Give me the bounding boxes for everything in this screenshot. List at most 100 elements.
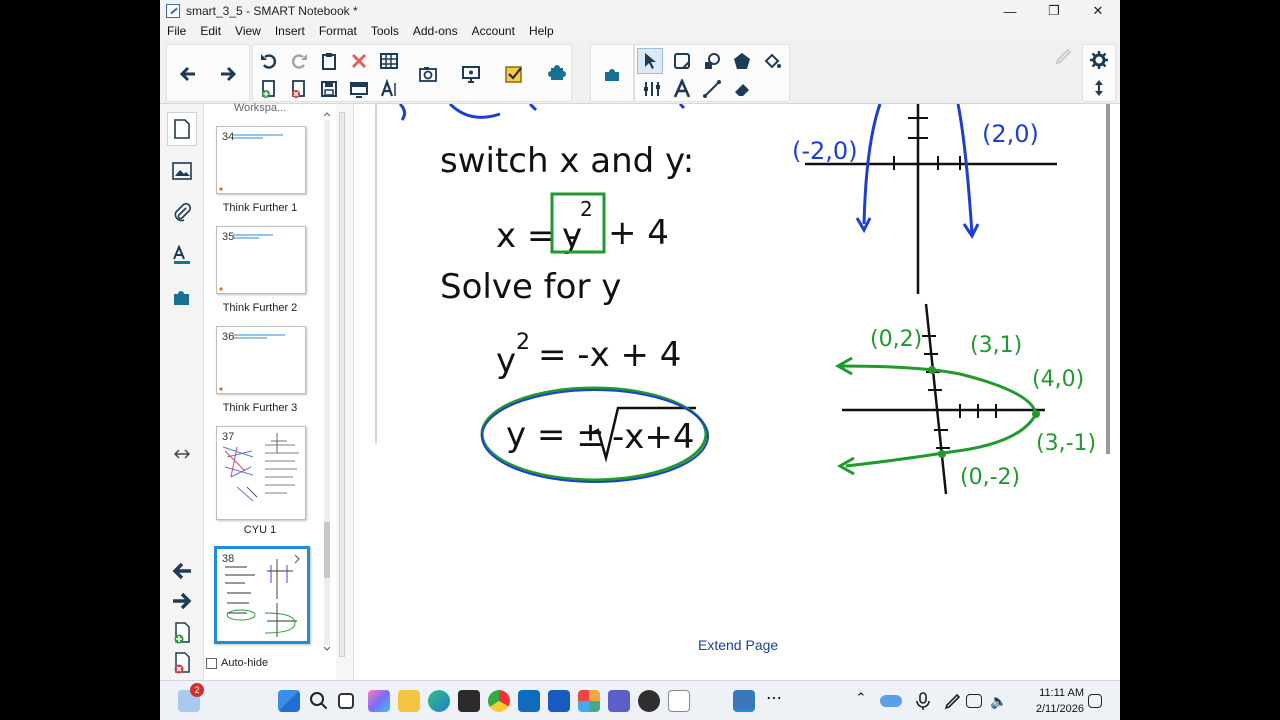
point-label-neg2-0: (-2,0) xyxy=(792,137,858,165)
page-thumbnail-35[interactable]: 35 xyxy=(216,226,306,294)
menu-edit[interactable]: Edit xyxy=(193,24,228,38)
undo-button[interactable] xyxy=(256,48,282,74)
point-label-2-0: (2,0) xyxy=(982,120,1039,148)
sidebar-prev-page-button[interactable] xyxy=(167,554,197,588)
teams-icon[interactable] xyxy=(608,690,630,712)
menu-add-ons[interactable]: Add-ons xyxy=(406,24,465,38)
camera-button[interactable] xyxy=(415,61,441,87)
splitter-scroll[interactable] xyxy=(339,112,345,657)
pen-tray-button[interactable] xyxy=(1048,40,1080,72)
menu-account[interactable]: Account xyxy=(465,24,522,38)
equation-2-right: = -x + 4 xyxy=(538,335,681,375)
menu-view[interactable]: View xyxy=(228,24,268,38)
save-button[interactable] xyxy=(316,76,342,102)
close-button[interactable]: ✕ xyxy=(1076,0,1120,22)
start-windows-icon[interactable] xyxy=(278,690,300,712)
toolbar-position-button[interactable] xyxy=(1086,75,1112,101)
paste-button[interactable] xyxy=(316,48,342,74)
minimize-button[interactable]: — xyxy=(988,0,1032,22)
move-sidebar-button[interactable] xyxy=(167,437,197,471)
whiteboard-page[interactable]: switch x and y: x = - y 2 + 4 Solve for … xyxy=(360,102,1120,680)
panel-splitter[interactable] xyxy=(336,104,354,680)
file-explorer-icon[interactable] xyxy=(398,690,420,712)
save-icon xyxy=(321,81,337,97)
pen-menu-icon[interactable] xyxy=(942,690,964,712)
measurement-tool-button[interactable] xyxy=(639,76,665,102)
chrome-icon[interactable] xyxy=(488,690,510,712)
smart-notebook-taskbar-icon[interactable] xyxy=(733,690,755,712)
select-tool-button[interactable] xyxy=(637,48,663,74)
volume-icon[interactable]: 🔈 xyxy=(990,690,1012,712)
page-sorter-scrollbar[interactable] xyxy=(322,112,332,652)
previous-page-button[interactable] xyxy=(175,61,201,87)
activity-builder-button[interactable] xyxy=(544,61,570,87)
page-sorter-tab[interactable] xyxy=(167,112,197,146)
more-apps-icon[interactable]: ⋯ xyxy=(763,690,785,712)
eraser-tool-button[interactable] xyxy=(729,76,755,102)
response-button[interactable] xyxy=(501,61,527,87)
clock[interactable]: 11:11 AM 2/11/2026 xyxy=(1028,685,1084,717)
page-number: 34 xyxy=(222,131,235,143)
menu-format[interactable]: Format xyxy=(312,24,364,38)
page-number: 38 xyxy=(222,553,235,565)
app-circle-icon[interactable] xyxy=(638,690,660,712)
restore-button[interactable]: ❐ xyxy=(1032,0,1076,22)
edit-group xyxy=(252,44,572,102)
sidebar-delete-page-button[interactable] xyxy=(167,646,197,680)
edge-browser-icon[interactable] xyxy=(428,690,450,712)
add-ons-tab[interactable] xyxy=(167,280,197,314)
search-icon[interactable] xyxy=(308,690,330,712)
auto-hide-checkbox[interactable]: Auto-hide xyxy=(206,657,268,669)
screen-shade-button[interactable] xyxy=(346,76,372,102)
menu-tools[interactable]: Tools xyxy=(364,24,406,38)
smart-notebook-icon xyxy=(166,4,180,18)
menu-insert[interactable]: Insert xyxy=(268,24,312,38)
delete-button[interactable] xyxy=(346,48,372,74)
line-tool-button[interactable] xyxy=(699,76,725,102)
next-page-button[interactable] xyxy=(215,61,241,87)
eraser-shape-tool-button[interactable] xyxy=(729,48,755,74)
menu-help[interactable]: Help xyxy=(522,24,561,38)
chevron-up-icon[interactable]: ⌃ xyxy=(850,690,872,712)
add-page-button[interactable] xyxy=(256,76,282,102)
sidebar-add-page-button[interactable] xyxy=(167,616,197,650)
equation-1-exponent: 2 xyxy=(580,197,593,221)
add-ons-button[interactable] xyxy=(599,61,625,87)
redo-button[interactable] xyxy=(286,48,312,74)
window-title: smart_3_5 - SMART Notebook * xyxy=(186,4,358,18)
checkbox[interactable] xyxy=(206,657,217,669)
word-icon[interactable] xyxy=(548,690,570,712)
page-thumbnail-34[interactable]: 34 xyxy=(216,126,306,194)
delete-page-button[interactable] xyxy=(286,76,312,102)
control-panel-icon[interactable] xyxy=(668,690,690,712)
gallery-tab[interactable] xyxy=(167,154,197,188)
table-button[interactable] xyxy=(376,48,402,74)
properties-tab[interactable] xyxy=(167,238,197,272)
page-thumbnail-37[interactable]: 37 xyxy=(216,426,306,520)
pen-faded-icon xyxy=(1055,48,1072,65)
extend-page-link[interactable]: Extend Page xyxy=(698,637,778,653)
copilot-icon[interactable] xyxy=(368,690,390,712)
task-view-icon[interactable] xyxy=(338,693,354,709)
display-button[interactable] xyxy=(458,61,484,87)
display-icon[interactable] xyxy=(966,694,982,708)
text-recognition-button[interactable] xyxy=(376,76,402,102)
pen-tool-button[interactable] xyxy=(669,48,695,74)
notification-center-icon[interactable] xyxy=(1088,694,1102,708)
microphone-icon[interactable] xyxy=(912,690,934,712)
shapes-tool-button[interactable] xyxy=(699,48,725,74)
fill-tool-button[interactable] xyxy=(759,48,785,74)
attachments-tab[interactable] xyxy=(167,196,197,230)
outlook-icon[interactable] xyxy=(518,690,540,712)
point-label-3-neg1: (3,-1) xyxy=(1036,431,1096,456)
onedrive-icon[interactable] xyxy=(880,695,902,707)
page-thumbnail-36[interactable]: 36 xyxy=(216,326,306,394)
text-tool-button[interactable] xyxy=(669,76,695,102)
slack-icon[interactable] xyxy=(578,690,600,712)
sidebar-next-page-button[interactable] xyxy=(167,584,197,618)
settings-button[interactable] xyxy=(1086,47,1112,73)
store-icon[interactable] xyxy=(458,690,480,712)
page-thumbnail-38[interactable]: 38 xyxy=(214,546,310,644)
page-delete-icon xyxy=(174,652,190,674)
menu-file[interactable]: File xyxy=(160,24,193,38)
